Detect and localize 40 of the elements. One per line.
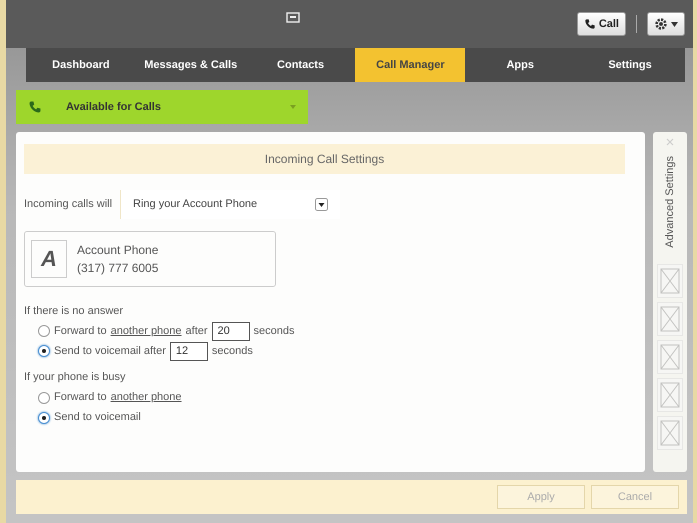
unit-label: seconds [212, 344, 253, 359]
phone-link[interactable]: another phone [110, 322, 182, 340]
nav-tab[interactable]: Call Manager [355, 48, 466, 82]
account-letter-icon: A [31, 240, 67, 278]
nav-tab[interactable]: Contacts [246, 48, 356, 82]
call-button[interactable]: Call [576, 12, 626, 36]
option-label: Forward to [54, 390, 107, 406]
settings-button[interactable] [647, 12, 685, 36]
account-number: (317) 777 6005 [77, 260, 158, 276]
settings-icon [654, 17, 668, 31]
option-label: after [186, 324, 208, 339]
availability-dropdown[interactable]: Available for Calls [16, 90, 308, 124]
seconds-field[interactable]: 12 [170, 342, 208, 360]
section-header: Incoming Call Settings [24, 144, 625, 174]
seconds-field[interactable]: 20 [212, 322, 250, 340]
nav-tab[interactable]: Settings [575, 48, 685, 82]
dropdown-icon [315, 198, 328, 211]
phone-icon [584, 18, 596, 30]
nav-tab[interactable]: Apps [465, 48, 576, 82]
radio-button[interactable] [38, 325, 50, 337]
side-panel-title: Advanced Settings [662, 156, 677, 248]
close-icon[interactable] [666, 138, 674, 146]
unit-label: seconds [254, 324, 295, 339]
caret-icon [671, 22, 678, 26]
option-label: Send to voicemail [54, 410, 141, 426]
phone-icon [28, 100, 42, 114]
group-heading: If your phone is busy [24, 370, 127, 385]
screen-icon[interactable] [286, 12, 300, 22]
group-heading: If there is no answer [24, 304, 124, 318]
nav-tab[interactable]: Messages & Calls [136, 48, 246, 82]
field-label: Incoming calls will [24, 197, 112, 212]
radio-button[interactable] [38, 412, 50, 424]
option-label: Forward to [54, 324, 107, 339]
nav-tab[interactable]: Dashboard [26, 48, 136, 82]
radio-button[interactable] [38, 345, 50, 357]
caret-icon [290, 105, 296, 109]
phone-link[interactable]: another phone [110, 389, 182, 406]
option-label: Send to voicemail after [54, 344, 166, 359]
radio-button[interactable] [38, 392, 50, 404]
account-name: Account Phone [77, 242, 158, 258]
